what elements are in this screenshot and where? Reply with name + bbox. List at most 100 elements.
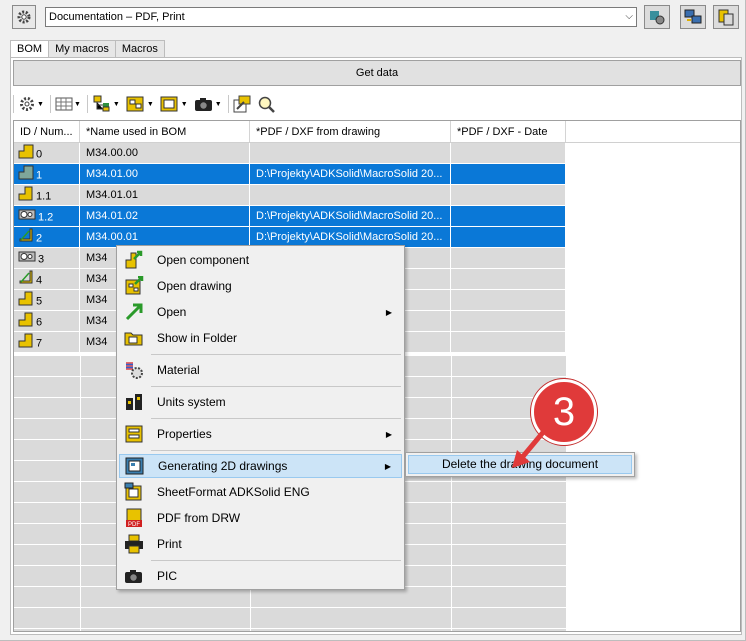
cell-date[interactable] [451, 143, 566, 163]
cell-name[interactable]: M34.01.01 [80, 185, 250, 205]
cell-name[interactable]: M34.01.00 [80, 164, 250, 184]
menu-item-open[interactable]: Open ▶ [119, 300, 402, 324]
cell-id-text: 1.2 [38, 211, 54, 224]
assembly-icon [18, 164, 34, 184]
cell-pdf[interactable]: D:\Projekty\ADKSolid\MacroSolid 20... [250, 206, 451, 226]
cell-name[interactable]: M34.01.02 [80, 206, 250, 226]
caret-down-icon: ▼ [37, 100, 44, 108]
units-icon [121, 391, 147, 413]
sheetmetal-part-icon [18, 227, 34, 247]
gear-icon[interactable] [12, 5, 36, 29]
menu-item-print[interactable]: Print [119, 532, 402, 556]
column-header-id[interactable]: ID / Num... [14, 121, 80, 142]
camera-button[interactable]: ▼ [194, 96, 222, 112]
menu-item-show-in-folder[interactable]: Show in Folder [119, 326, 402, 350]
menu-item-label: Open component [157, 253, 250, 267]
settings-gear-icon [20, 97, 34, 111]
cell-date[interactable] [451, 332, 566, 352]
settings-gear-button[interactable]: ▼ [18, 95, 44, 113]
assembly-gear-button[interactable] [644, 5, 670, 29]
cell-date[interactable] [451, 248, 566, 268]
chevron-down-icon[interactable]: ⌵ [625, 8, 633, 26]
cell-id-text: 1 [36, 169, 43, 182]
cell-pdf[interactable]: D:\Projekty\ADKSolid\MacroSolid 20... [250, 164, 451, 184]
caret-down-icon: ▼ [180, 100, 188, 108]
cell-date[interactable] [451, 311, 566, 331]
cell-id[interactable]: 6 [14, 311, 80, 331]
menu-item-open-drawing[interactable]: Open drawing [119, 274, 402, 298]
cell-name[interactable]: M34.00.00 [80, 143, 250, 163]
cell-id-text: 3 [38, 253, 45, 266]
submenu-arrow-icon: ▶ [385, 307, 392, 317]
grid-header: ID / Num... *Name used in BOM *PDF / DXF… [14, 121, 740, 143]
menu-item-delete-drawing-document[interactable]: Delete the drawing document [408, 455, 632, 474]
table-row[interactable]: 0 M34.00.00 [14, 143, 740, 164]
open-drawing-icon [121, 275, 147, 297]
menu-item-sheetformat[interactable]: SheetFormat ADKSolid ENG [119, 480, 402, 504]
column-header-pdf[interactable]: *PDF / DXF from drawing [250, 121, 451, 142]
cell-id[interactable]: 1 [14, 164, 80, 184]
get-data-button[interactable]: Get data [13, 60, 741, 86]
cell-id[interactable]: 2 [14, 227, 80, 247]
menu-item-label: PIC [157, 569, 178, 583]
cell-id[interactable]: 1.1 [14, 185, 80, 205]
tab-macros[interactable]: Macros [114, 40, 165, 58]
menu-item-units-system[interactable]: Units system [119, 390, 402, 414]
column-header-name[interactable]: *Name used in BOM [80, 121, 250, 142]
cell-id[interactable]: 5 [14, 290, 80, 310]
table-row[interactable]: 1 M34.01.00 D:\Projekty\ADKSolid\MacroSoli… [14, 164, 740, 185]
menu-item-label: SheetFormat ADKSolid ENG [157, 485, 310, 499]
camera-icon [194, 98, 212, 111]
search-zoom-button[interactable] [257, 95, 275, 113]
toolbar-separator [13, 95, 14, 113]
cell-date[interactable] [451, 164, 566, 184]
cell-id-text: 4 [36, 274, 43, 287]
cell-pdf[interactable] [250, 143, 451, 163]
cell-id[interactable]: 3 [14, 248, 80, 268]
menu-item-open-component[interactable]: Open component [119, 248, 402, 272]
table-row[interactable]: 1.2 M34.01.02 D:\Projekty\ADKSolid\MacroSo… [14, 206, 740, 227]
cell-date[interactable] [451, 290, 566, 310]
search-zoom-icon [258, 96, 275, 113]
cell-date[interactable] [451, 269, 566, 289]
menu-item-label: Units system [157, 395, 226, 409]
menu-separator [151, 418, 401, 419]
table-row[interactable]: 1.1 M34.01.01 [14, 185, 740, 206]
menu-item-label: Open [157, 305, 187, 319]
menu-item-label: Properties [157, 427, 212, 441]
drawing-button[interactable]: ▼ [126, 95, 154, 113]
cell-pdf[interactable] [250, 185, 451, 205]
cell-id[interactable]: 1.2 [14, 206, 80, 226]
cell-date[interactable] [451, 227, 566, 247]
preset-select[interactable]: Documentation – PDF, Print ⌵ [45, 7, 637, 27]
caret-down-icon: ▼ [112, 100, 120, 108]
caret-down-icon: ▼ [146, 100, 154, 108]
menu-item-generating-2d-drawings[interactable]: Generating 2D drawings ▶ [119, 454, 402, 478]
cell-date[interactable] [451, 206, 566, 226]
column-header-date[interactable]: *PDF / DXF - Date [451, 121, 566, 142]
cell-id-text: 7 [36, 337, 43, 350]
table-button[interactable]: ▼ [55, 96, 81, 112]
menu-item-pic[interactable]: PIC [119, 564, 402, 588]
clipboard-copy-button[interactable] [713, 5, 739, 29]
submenu-generating-2d-drawings: Delete the drawing document [405, 452, 635, 477]
cell-id[interactable]: 0 [14, 143, 80, 163]
drawing-frame-button[interactable]: ▼ [160, 95, 188, 113]
toolbox-part-icon [18, 206, 36, 226]
cell-name[interactable]: M34.00.01 [80, 227, 250, 247]
svg-text:PDF: PDF [128, 522, 140, 528]
open-external-button[interactable] [233, 95, 251, 113]
menu-item-properties[interactable]: Properties ▶ [119, 422, 402, 446]
cell-id[interactable]: 7 [14, 332, 80, 352]
computer-transfer-button[interactable] [680, 5, 706, 29]
part-icon [18, 332, 34, 352]
tree-structure-button[interactable]: ▼ [92, 95, 120, 113]
cell-id[interactable]: 4 [14, 269, 80, 289]
menu-item-pdf-from-drw[interactable]: PDF PDF from DRW [119, 506, 402, 530]
menu-separator [151, 450, 401, 451]
cell-date[interactable] [451, 185, 566, 205]
tab-my-macros[interactable]: My macros [48, 40, 116, 58]
menu-item-material[interactable]: Material [119, 358, 402, 382]
context-menu: Open component Open drawing Open ▶ Show … [116, 245, 405, 590]
cell-pdf[interactable]: D:\Projekty\ADKSolid\MacroSolid 20... [250, 227, 451, 247]
